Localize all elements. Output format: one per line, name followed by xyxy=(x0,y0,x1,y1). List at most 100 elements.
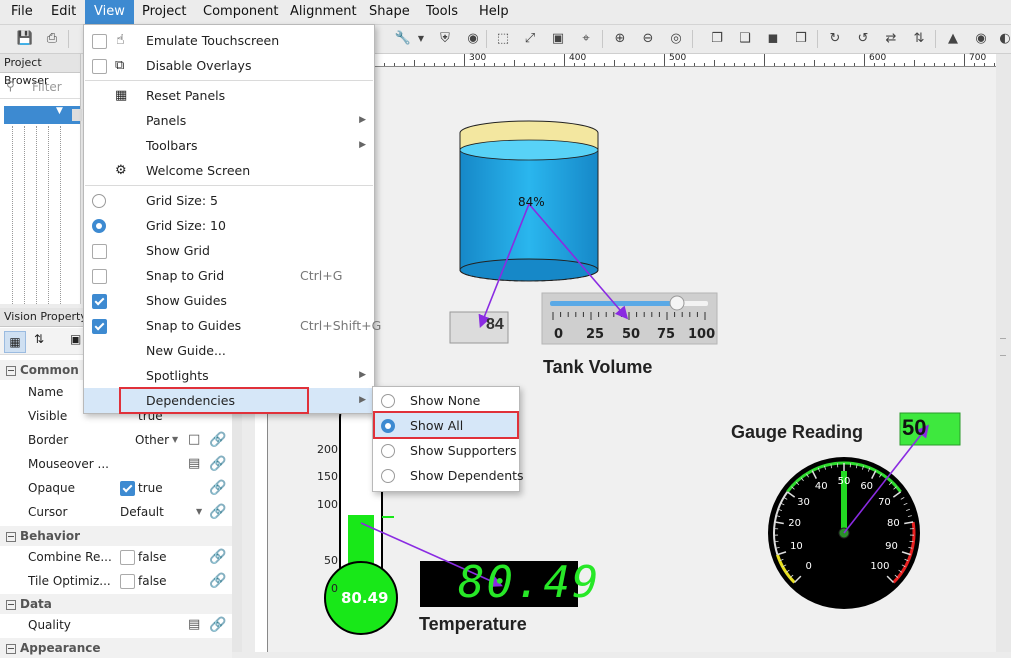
fit-icon[interactable]: ▣ xyxy=(549,30,567,48)
thermo-scale-label: 0 xyxy=(331,582,338,595)
prop-row-quality[interactable]: Quality▤🔗 xyxy=(0,613,232,637)
categorized-icon[interactable]: ▦ xyxy=(4,331,26,353)
crop-icon[interactable]: ⌖ xyxy=(577,30,595,48)
menu-item-snap-to-guides[interactable]: Snap to GuidesCtrl+Shift+G xyxy=(84,313,374,338)
align-bounds-icon[interactable]: ⬚ xyxy=(494,30,512,48)
menu-item-snap-to-grid[interactable]: Snap to GridCtrl+G xyxy=(84,263,374,288)
menu-alignment[interactable]: Alignment xyxy=(282,0,365,24)
save-all-icon[interactable]: ⎙ xyxy=(43,30,61,48)
tree-row-selected[interactable]: ▼ xyxy=(4,106,80,124)
filter-props-icon[interactable]: ▣ xyxy=(70,332,81,346)
text-editor-icon[interactable]: ▤ xyxy=(188,452,200,476)
save-icon[interactable]: 💾 xyxy=(16,30,34,48)
binding-link-icon[interactable]: 🔗 xyxy=(209,452,225,468)
section-behavior[interactable]: Behavior xyxy=(0,526,232,546)
prop-row-cursor[interactable]: CursorDefault▼🔗 xyxy=(0,500,232,524)
prop-row-tile[interactable]: Tile Optimiz...false🔗 xyxy=(0,569,232,593)
menu-item-emulate-touchscreen[interactable]: ☝Emulate Touchscreen xyxy=(84,28,374,53)
zoom-reset-icon[interactable]: ◎ xyxy=(667,30,685,48)
edit-border-icon[interactable]: □ xyxy=(188,428,200,452)
opaque-checkbox[interactable] xyxy=(120,481,135,496)
menu-component[interactable]: Component xyxy=(195,0,286,24)
tree-guide xyxy=(48,126,50,304)
menu-item-show-guides[interactable]: Show Guides xyxy=(84,288,374,313)
prop-row-mouseover[interactable]: Mouseover ...▤🔗 xyxy=(0,452,232,476)
chevron-down-icon[interactable]: ▼ xyxy=(172,428,178,452)
prop-row-border[interactable]: BorderOther▼□🔗 xyxy=(0,428,232,452)
send-to-back-icon[interactable]: ❒ xyxy=(792,30,810,48)
menu-item-show-supporters[interactable]: Show Supporters xyxy=(373,438,519,463)
thermo-scale-label: 100 xyxy=(317,498,338,511)
window-icon xyxy=(72,109,82,121)
binding-link-icon[interactable]: 🔗 xyxy=(209,428,225,444)
prop-label: Border xyxy=(28,428,114,452)
tank-value-text: 84 xyxy=(486,316,504,334)
zoom-out-icon[interactable]: ⊖ xyxy=(639,30,657,48)
menu-view[interactable]: View xyxy=(85,0,134,24)
filter-placeholder: Filter xyxy=(32,80,62,94)
gauge-tick-label: 90 xyxy=(883,541,901,552)
menu-item-show-grid[interactable]: Show Grid xyxy=(84,238,374,263)
shape-union-icon[interactable]: ▲ xyxy=(944,30,962,48)
rotate-left-icon[interactable]: ↺ xyxy=(854,30,872,48)
bring-forward-icon[interactable]: ❐ xyxy=(708,30,726,48)
flip-horizontal-icon[interactable]: ⇄ xyxy=(882,30,900,48)
binding-link-icon[interactable]: 🔗 xyxy=(209,500,225,516)
tile-checkbox[interactable] xyxy=(120,574,135,589)
menu-project[interactable]: Project xyxy=(134,0,194,24)
section-appearance[interactable]: Appearance xyxy=(0,638,232,658)
menu-item-show-dependents[interactable]: Show Dependents xyxy=(373,463,519,488)
chevron-down-icon[interactable]: ▼ xyxy=(412,30,430,48)
menu-item-panels[interactable]: Panels▶ xyxy=(84,108,374,133)
menu-help[interactable]: Help xyxy=(471,0,517,24)
binding-link-icon[interactable]: 🔗 xyxy=(209,476,225,492)
binding-link-icon[interactable]: 🔗 xyxy=(209,613,225,629)
menu-item-welcome-screen[interactable]: ⚙Welcome Screen xyxy=(84,158,374,183)
menu-item-reset-panels[interactable]: ▦Reset Panels xyxy=(84,83,374,108)
wrench-icon[interactable]: 🔧 xyxy=(394,30,412,48)
menu-edit[interactable]: Edit xyxy=(43,0,84,24)
scroll-grip[interactable] xyxy=(1000,338,1006,356)
sort-alpha-icon[interactable]: ⇅ xyxy=(34,332,44,346)
shape-intersect-icon[interactable]: ◐ xyxy=(996,30,1011,48)
send-backward-icon[interactable]: ◼ xyxy=(764,30,782,48)
prop-row-combine[interactable]: Combine Re...false🔗 xyxy=(0,545,232,569)
section-data[interactable]: Data xyxy=(0,594,232,614)
menu-item-disable-overlays[interactable]: ⧉Disable Overlays xyxy=(84,53,374,78)
menu-item-new-guide[interactable]: New Guide... xyxy=(84,338,374,363)
menu-shape[interactable]: Shape xyxy=(361,0,418,24)
menu-item-spotlights[interactable]: Spotlights▶ xyxy=(84,363,374,388)
canvas-scrollbar[interactable] xyxy=(996,54,1011,652)
shape-difference-icon[interactable]: ◉ xyxy=(972,30,990,48)
thermo-scale-label: 150 xyxy=(317,470,338,483)
menu-separator xyxy=(85,80,373,81)
menu-item-toolbars[interactable]: Toolbars▶ xyxy=(84,133,374,158)
bring-to-front-icon[interactable]: ❑ xyxy=(736,30,754,48)
binding-link-icon[interactable]: 🔗 xyxy=(209,569,225,585)
gauge-value-text: 50 xyxy=(902,415,926,441)
menu-tools[interactable]: Tools xyxy=(418,0,466,24)
zoom-in-icon[interactable]: ⊕ xyxy=(611,30,629,48)
flip-vertical-icon[interactable]: ⇅ xyxy=(910,30,928,48)
project-browser-filter[interactable]: ⚲ Filter xyxy=(0,76,80,99)
combine-checkbox[interactable] xyxy=(120,550,135,565)
menu-item-show-none[interactable]: Show None xyxy=(373,388,519,413)
gauge-tick-label: 50 xyxy=(835,476,853,487)
prop-row-opaque[interactable]: Opaquetrue🔗 xyxy=(0,476,232,500)
menubar: File Edit View Project Component Alignme… xyxy=(0,0,1011,25)
shrink-icon[interactable]: ⤢ xyxy=(521,30,539,48)
gauge-tick-label: 80 xyxy=(884,518,902,529)
shield-icon[interactable]: ⛨ xyxy=(436,30,454,48)
security-icon[interactable]: ◉ xyxy=(464,30,482,48)
toolbar-separator xyxy=(68,30,69,48)
menu-item-grid-size-5[interactable]: Grid Size: 5 xyxy=(84,188,374,213)
rotate-right-icon[interactable]: ↻ xyxy=(826,30,844,48)
text-editor-icon[interactable]: ▤ xyxy=(188,613,200,637)
dependencies-submenu: Show None Show All Show Supporters Show … xyxy=(372,386,520,492)
chevron-down-icon[interactable]: ▼ xyxy=(196,500,202,524)
design-canvas[interactable]: 84% 84 0 25 50 75 100 Tank Volume Gauge … xyxy=(268,67,996,652)
menu-separator xyxy=(85,185,373,186)
menu-file[interactable]: File xyxy=(3,0,41,24)
binding-link-icon[interactable]: 🔗 xyxy=(209,545,225,561)
menu-item-grid-size-10[interactable]: Grid Size: 10 xyxy=(84,213,374,238)
